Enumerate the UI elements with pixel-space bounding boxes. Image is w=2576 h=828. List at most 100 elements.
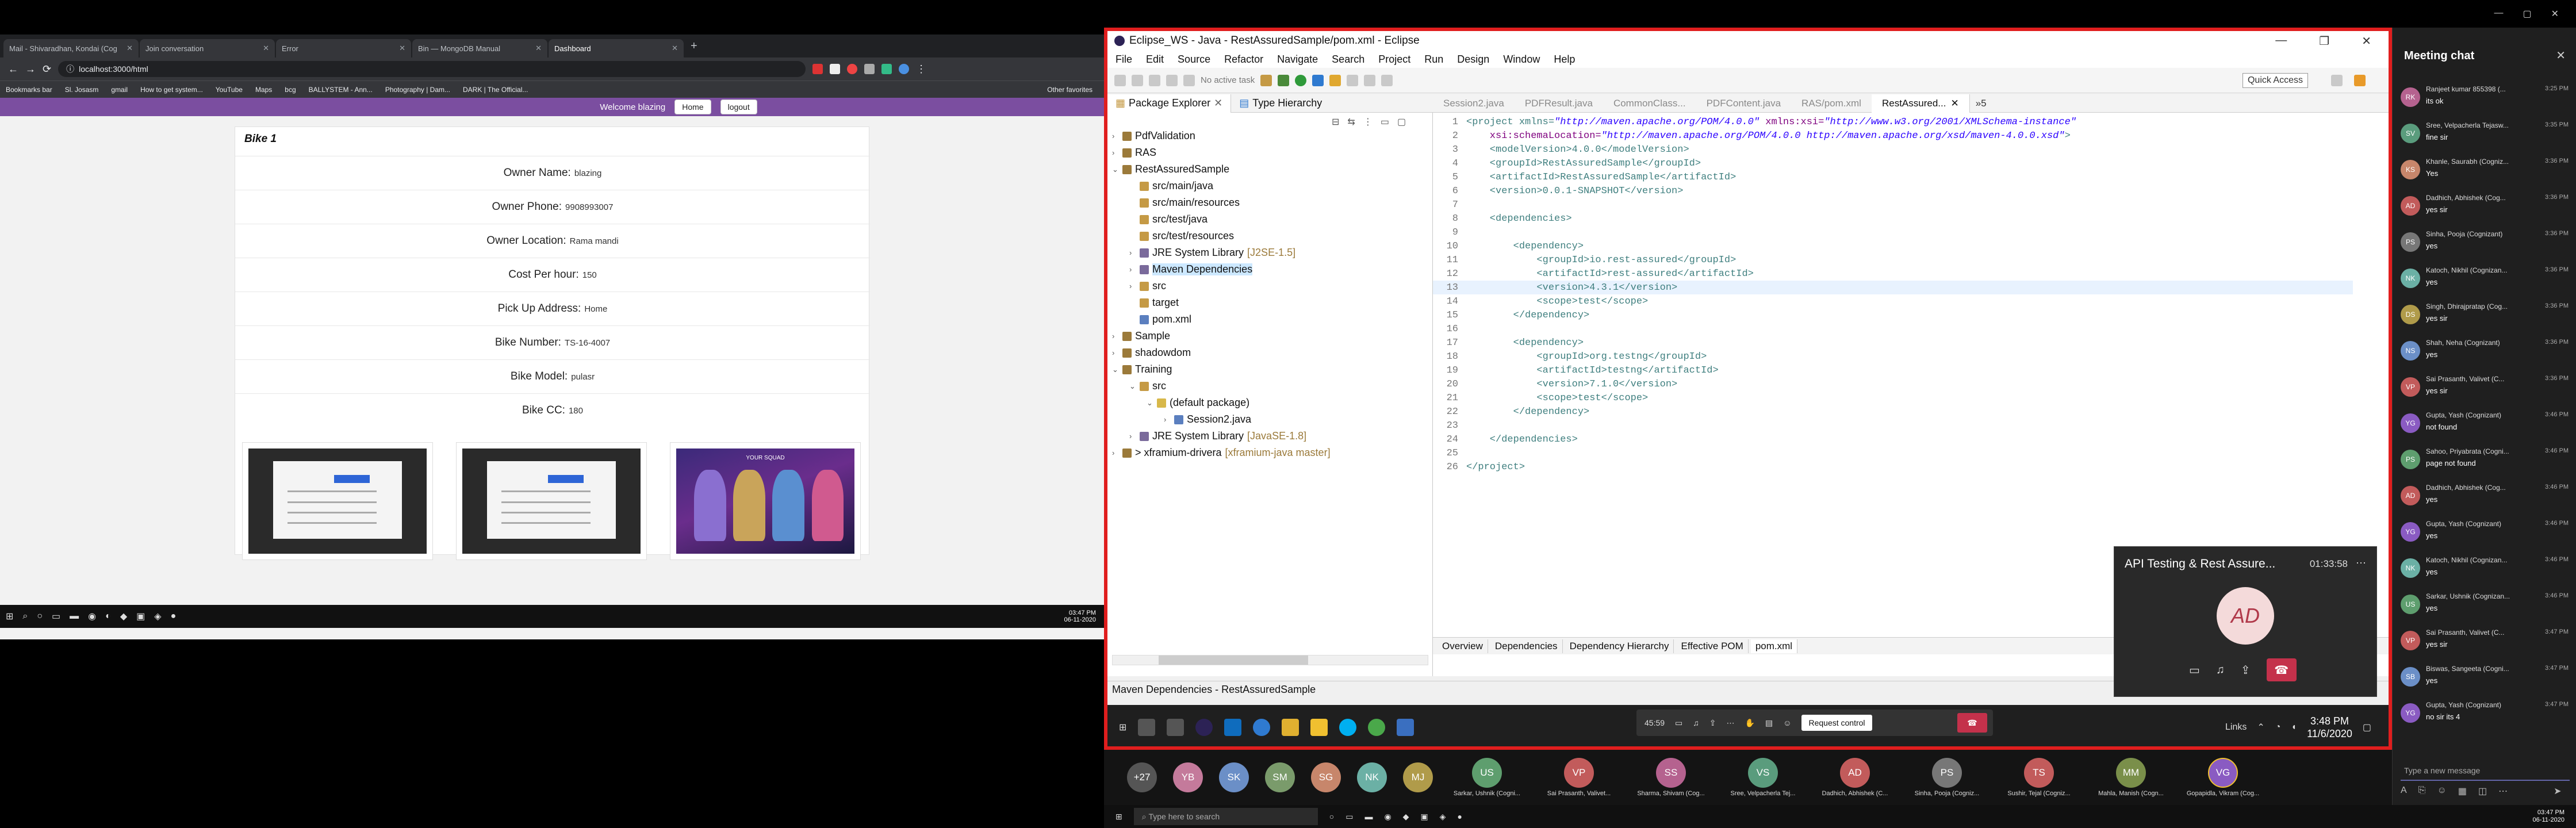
editor-tab[interactable]: Session2.java xyxy=(1433,94,1515,113)
mic-icon[interactable]: ♫ xyxy=(2216,664,2225,677)
participant-tile[interactable]: MM Mahla, Manish (Cogn... xyxy=(2093,758,2169,797)
participant-tile[interactable]: VG Gopapidla, Vikram (Cog... xyxy=(2185,758,2261,797)
tree-item-pdfvalidation[interactable]: › PdfValidation xyxy=(1112,128,1195,144)
close-icon[interactable]: ✕ xyxy=(1214,97,1222,109)
minimize-icon[interactable]: — xyxy=(2275,34,2287,48)
bookmark-item[interactable]: bcg xyxy=(285,86,296,94)
tree-item-training-src[interactable]: ⌄ src xyxy=(1129,378,1166,394)
extension-icon[interactable] xyxy=(881,64,892,74)
search-icon[interactable]: ⌕ xyxy=(22,611,28,622)
close-icon[interactable]: ✕ xyxy=(2551,8,2559,28)
mic-icon[interactable]: ♫ xyxy=(1693,718,1699,727)
tree-item-src-main-resources[interactable]: src/main/resources xyxy=(1140,194,1240,211)
browser-tab[interactable]: Bin — MongoDB Manual ✕ xyxy=(412,39,547,57)
folder-icon[interactable]: ▬ xyxy=(70,611,79,622)
tree-item-sample[interactable]: › Sample xyxy=(1112,328,1170,344)
maximize-icon[interactable]: ▢ xyxy=(2523,8,2531,28)
tree-item-restassuredsample[interactable]: ⌄ RestAssuredSample xyxy=(1112,161,1229,178)
link-editor-icon[interactable]: ⇆ xyxy=(1347,116,1355,128)
participant-avatar[interactable]: MJ xyxy=(1403,762,1433,792)
bookmark-item[interactable]: gmail xyxy=(111,86,128,94)
participant-tile[interactable]: PS Sinha, Pooja (Cogniz... xyxy=(1909,758,1985,797)
extension-icon[interactable] xyxy=(864,64,875,74)
edge-icon[interactable]: ◐ xyxy=(105,611,111,622)
participant-tile[interactable]: SS Sharma, Shivam (Cog... xyxy=(1633,758,1709,797)
editor-tab[interactable]: RAS/pom.xml xyxy=(1791,94,1872,113)
links-toolbar[interactable]: Links xyxy=(2225,722,2247,733)
bookmark-item[interactable]: DARK | The Official... xyxy=(463,86,528,94)
request-control-button[interactable]: Request control xyxy=(1801,715,1872,731)
bookmark-item[interactable]: Photography | Dam... xyxy=(385,86,450,94)
chrome-icon[interactable] xyxy=(1368,719,1386,736)
menu-refactor[interactable]: Refactor xyxy=(1224,53,1263,66)
participants-icon[interactable]: ☺ xyxy=(1783,718,1791,727)
tree-item-src-main-java[interactable]: src/main/java xyxy=(1140,178,1213,194)
browser-tab-active[interactable]: Dashboard ✕ xyxy=(549,39,684,57)
minimize-icon[interactable]: ▭ xyxy=(1381,116,1389,128)
reload-icon[interactable]: ⟳ xyxy=(43,63,51,75)
close-icon[interactable]: ✕ xyxy=(263,44,269,53)
menu-design[interactable]: Design xyxy=(1457,53,1489,66)
more-icon[interactable]: ⋯ xyxy=(2356,557,2366,569)
tree-item-training[interactable]: ⌄ Training xyxy=(1112,361,1172,378)
tree-item-default-package[interactable]: ⌄ (default package) xyxy=(1147,394,1249,411)
bookmark-item[interactable]: YouTube xyxy=(216,86,243,94)
participant-tile[interactable]: US Sarkar, Ushnik (Cogni... xyxy=(1449,758,1525,797)
back-icon[interactable] xyxy=(1364,74,1376,86)
bookmark-item[interactable]: Bookmarks bar xyxy=(6,86,52,94)
participant-avatar[interactable]: YB xyxy=(1173,762,1203,792)
menu-window[interactable]: Window xyxy=(1503,53,1540,66)
toolbox-icon[interactable] xyxy=(1260,74,1272,86)
bike-image[interactable] xyxy=(456,442,647,560)
menu-help[interactable]: Help xyxy=(1554,53,1575,66)
screen-share-icon[interactable]: ⇪ xyxy=(2241,663,2251,677)
sticker-icon[interactable]: ◫ xyxy=(2478,785,2487,797)
participant-avatar[interactable]: SM xyxy=(1265,762,1295,792)
bookmark-item[interactable]: Maps xyxy=(255,86,272,94)
address-bar[interactable]: ⓘ localhost:3000/html xyxy=(58,61,806,77)
menu-icon[interactable]: ⋮ xyxy=(916,63,926,75)
tree-item-xframium[interactable]: › > xframium-drivera [xframium-java master… xyxy=(1112,444,1331,461)
app-icon[interactable]: ● xyxy=(1457,812,1462,821)
participant-avatar[interactable]: NK xyxy=(1357,762,1387,792)
extension-icon[interactable] xyxy=(830,64,841,74)
close-icon[interactable]: ✕ xyxy=(2362,34,2371,48)
edge-icon[interactable] xyxy=(1253,719,1271,736)
participant-avatar[interactable]: +27 xyxy=(1127,762,1157,792)
skype-icon[interactable] xyxy=(1339,719,1357,736)
tab-pom-xml[interactable]: pom.xml xyxy=(1750,639,1798,653)
tree-item-src-test-resources[interactable]: src/test/resources xyxy=(1140,228,1234,244)
task-icon[interactable] xyxy=(1183,74,1195,86)
more-tabs-indicator[interactable]: »5 xyxy=(1970,98,1992,109)
cortana-icon[interactable]: ○ xyxy=(1329,812,1334,821)
tree-item-jre-library[interactable]: › JRE System Library [J2SE-1.5] xyxy=(1129,244,1295,261)
eclipse-icon[interactable] xyxy=(1195,719,1213,736)
chat-icon[interactable]: ▤ xyxy=(1765,718,1773,728)
participant-tile[interactable]: VS Sree, Velpacherla Tej... xyxy=(1725,758,1801,797)
format-icon[interactable]: A xyxy=(2401,785,2407,797)
folder-icon[interactable] xyxy=(1282,719,1300,736)
open-type-icon[interactable] xyxy=(1329,74,1341,86)
perspective-icon[interactable] xyxy=(2331,74,2343,86)
vscode-icon[interactable]: ◆ xyxy=(1403,812,1409,822)
participant-tile[interactable]: VP Sai Prasanth, Valivet... xyxy=(1541,758,1617,797)
app-icon[interactable] xyxy=(1397,719,1414,736)
more-icon[interactable]: ⋯ xyxy=(2498,785,2508,797)
emoji-icon[interactable]: ☺ xyxy=(2437,785,2446,797)
tree-item-src[interactable]: › src xyxy=(1129,278,1166,294)
debug-icon[interactable] xyxy=(1278,74,1290,86)
send-icon[interactable]: ➤ xyxy=(2554,785,2561,797)
save-icon[interactable] xyxy=(1132,74,1143,86)
app-icon[interactable]: ● xyxy=(171,611,177,622)
back-icon[interactable]: ← xyxy=(8,63,18,75)
bookmark-item[interactable]: How to get system... xyxy=(140,86,203,94)
maximize-icon[interactable]: ▢ xyxy=(1397,116,1406,128)
search-icon[interactable] xyxy=(1138,719,1156,736)
tab-effective-pom[interactable]: Effective POM xyxy=(1676,639,1749,653)
editor-tab[interactable]: PDFResult.java xyxy=(1515,94,1603,113)
menu-run[interactable]: Run xyxy=(1424,53,1443,66)
taskbar-search[interactable]: ⌕ Type here to search xyxy=(1133,808,1318,825)
print-icon[interactable] xyxy=(1166,74,1178,86)
extension-icon[interactable] xyxy=(847,64,858,74)
browser-tab[interactable]: Error ✕ xyxy=(276,39,411,57)
